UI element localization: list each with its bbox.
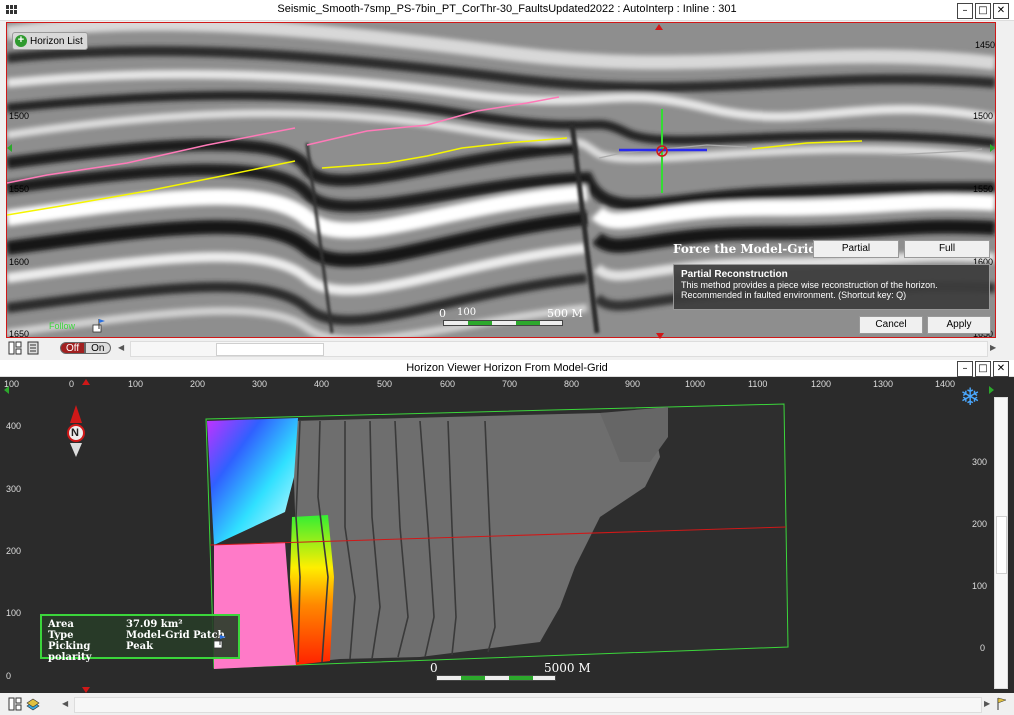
scroll-right-arrow-icon[interactable]: ▶ <box>990 343 996 352</box>
tooltip-title: Partial Reconstruction <box>681 269 788 280</box>
area-label: Area <box>48 619 74 630</box>
ruler-right-tick: 1550 <box>973 184 994 194</box>
horizon-info-panel: Area 37.09 km² Type Model-Grid Patch Picki… <box>40 614 240 663</box>
seismic-titlebar: Seismic_Smooth-7smp_PS-7bin_PT_CorThr-30… <box>0 0 1014 21</box>
horizon-list-button[interactable]: + Horizon List <box>12 32 88 50</box>
scale-label: 0 <box>430 661 438 675</box>
ruler-left-tick: 1600 <box>9 257 30 267</box>
minimize-button[interactable]: – <box>957 3 973 19</box>
seismic-statusbar: Off On ◀ ▶ <box>0 339 1014 357</box>
partial-reconstruction-tooltip: Partial Reconstruction This method provi… <box>673 264 990 310</box>
scale-label: 0 <box>439 307 446 320</box>
polarity-value: Peak <box>126 641 154 652</box>
maximize-button[interactable]: □ <box>975 361 991 377</box>
cancel-button[interactable]: Cancel <box>859 316 923 334</box>
map-vertical-scrollbar[interactable] <box>994 397 1008 689</box>
layout-icon[interactable] <box>8 341 22 355</box>
horizon-viewer-titlebar: Horizon Viewer Horizon From Model-Grid –… <box>0 360 1014 377</box>
follow-label: Follow <box>49 321 76 331</box>
map-layers-icon[interactable] <box>26 697 40 711</box>
ruler-right-tick: 1500 <box>973 111 994 121</box>
seismic-title: Seismic_Smooth-7smp_PS-7bin_PT_CorThr-30… <box>277 3 737 15</box>
partial-button[interactable]: Partial <box>813 240 899 258</box>
apply-button[interactable]: Apply <box>927 316 991 334</box>
horizon-map-view[interactable]: 100 0 100 200 300 400 500 600 700 800 90… <box>0 377 1014 693</box>
scale-label: 5000 M <box>544 661 591 675</box>
force-model-grid-label: Force the Model-Grid ? <box>673 242 828 256</box>
area-value: 37.09 km² <box>126 619 183 630</box>
seismic-window: Seismic_Smooth-7smp_PS-7bin_PT_CorThr-30… <box>0 0 1014 357</box>
bottom-position-marker-icon <box>82 687 90 693</box>
right-marker-icon <box>990 144 995 152</box>
display-settings-icon[interactable] <box>26 341 40 355</box>
type-value: Model-Grid Patch <box>126 630 225 641</box>
seismic-scale-bar: 0 100 500 M <box>439 307 589 327</box>
scroll-left-arrow-icon[interactable]: ◀ <box>118 343 124 352</box>
polarity-label: Picking polarity <box>48 641 92 663</box>
horizon-list-label: Horizon List <box>30 35 83 47</box>
ruler-left-tick: 1650 <box>9 329 30 338</box>
minimize-button[interactable]: – <box>957 361 973 377</box>
ruler-top-right: 1450 <box>975 40 996 50</box>
map-scale-bar: 0 5000 M <box>430 661 600 683</box>
scroll-thumb[interactable] <box>996 516 1007 574</box>
maximize-button[interactable]: □ <box>975 3 991 19</box>
flag-pin-icon[interactable] <box>994 697 1008 711</box>
scale-label: 500 M <box>547 307 583 320</box>
flag-icon[interactable] <box>91 317 107 333</box>
scale-label: 100 <box>457 307 477 318</box>
layout-icon[interactable] <box>8 697 22 711</box>
ruler-left-tick: 1500 <box>9 111 30 121</box>
scroll-left-arrow-icon[interactable]: ◀ <box>62 699 68 708</box>
seismic-section-view[interactable]: + Horizon List 1450 1500 1550 1600 1650 … <box>6 22 996 338</box>
viewer-statusbar: ◀ ▶ <box>0 695 1014 713</box>
scroll-right-arrow-icon[interactable]: ▶ <box>984 699 990 708</box>
scroll-thumb[interactable] <box>216 343 324 356</box>
tooltip-line: Recommended in faulted environment. (Sho… <box>681 290 907 300</box>
seismic-horizontal-scrollbar[interactable] <box>130 341 988 357</box>
toggle-off[interactable]: Off <box>60 342 86 354</box>
plus-icon: + <box>15 35 27 47</box>
tooltip-line: This method provides a piece wise recons… <box>681 280 938 290</box>
viewer-horizontal-scrollbar[interactable] <box>74 697 982 713</box>
toggle-on[interactable]: On <box>85 342 111 354</box>
close-button[interactable]: ✕ <box>993 3 1009 19</box>
close-button[interactable]: ✕ <box>993 361 1009 377</box>
full-button[interactable]: Full <box>904 240 990 258</box>
horizon-viewer-title: Horizon Viewer Horizon From Model-Grid <box>406 362 608 374</box>
horizon-viewer-window: Horizon Viewer Horizon From Model-Grid –… <box>0 360 1014 715</box>
top-position-marker-icon <box>655 24 663 30</box>
ruler-left-tick: 1550 <box>9 184 30 194</box>
left-marker-icon <box>7 144 12 152</box>
off-on-toggle[interactable]: Off On <box>60 342 111 354</box>
type-label: Type <box>48 630 74 641</box>
flag-icon[interactable] <box>212 633 228 649</box>
